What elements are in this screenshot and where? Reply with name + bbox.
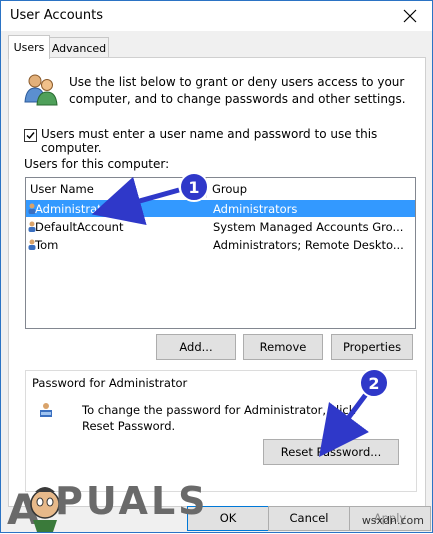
user-name-cell: DefaultAccount xyxy=(35,220,124,234)
user-name-cell: Administrator xyxy=(35,202,114,216)
close-icon xyxy=(403,9,417,23)
list-row-administrator[interactable]: Administrator Administrators xyxy=(26,200,415,217)
properties-button[interactable]: Properties xyxy=(331,334,413,360)
users-for-computer-label: Users for this computer: xyxy=(24,157,170,171)
require-password-checkbox[interactable] xyxy=(24,129,37,142)
column-divider[interactable] xyxy=(206,178,207,198)
password-section-title: Password for Administrator xyxy=(30,376,190,390)
remove-button[interactable]: Remove xyxy=(243,334,323,360)
user-accounts-window: User Accounts Users Advanced Use the lis… xyxy=(0,0,433,533)
checkmark-icon xyxy=(26,132,35,140)
tab-users-label: Users xyxy=(13,41,45,54)
column-header-user-name[interactable]: User Name xyxy=(30,182,94,196)
list-row-defaultaccount[interactable]: DefaultAccount System Managed Accounts G… xyxy=(26,218,415,235)
users-icon xyxy=(24,74,58,106)
users-listview[interactable]: User Name Group Administrator Administra… xyxy=(25,177,416,329)
add-button[interactable]: Add... xyxy=(156,334,236,360)
group-cell: Administrators xyxy=(213,202,298,216)
column-header-group[interactable]: Group xyxy=(212,182,247,196)
tab-advanced-label: Advanced xyxy=(51,42,107,55)
users-tab-panel: Use the list below to grant or deny user… xyxy=(8,57,426,507)
list-header: User Name Group xyxy=(26,178,415,198)
window-title: User Accounts xyxy=(10,8,104,23)
wsxdn-watermark: wsxdn.com xyxy=(361,514,424,527)
cancel-button[interactable]: Cancel xyxy=(268,506,350,531)
user-name-cell: Tom xyxy=(35,238,59,252)
intro-text: Use the list below to grant or deny user… xyxy=(69,75,406,106)
tab-advanced[interactable]: Advanced xyxy=(49,37,109,58)
password-instructions: To change the password for Administrator… xyxy=(82,403,356,433)
reset-password-button[interactable]: Reset Password... xyxy=(263,439,399,465)
list-row-tom[interactable]: Tom Administrators; Remote Deskto... xyxy=(26,236,415,253)
appuals-logo: A xyxy=(7,485,60,532)
close-button[interactable] xyxy=(388,1,432,31)
title-bar: User Accounts xyxy=(1,1,432,31)
tab-users[interactable]: Users xyxy=(8,35,50,59)
appuals-watermark-text: PUALS xyxy=(55,479,209,523)
require-password-label: Users must enter a user name and passwor… xyxy=(41,127,378,155)
group-cell: Administrators; Remote Deskto... xyxy=(213,238,404,252)
group-cell: System Managed Accounts Gro... xyxy=(213,220,404,234)
password-keyboard-icon xyxy=(40,403,52,417)
